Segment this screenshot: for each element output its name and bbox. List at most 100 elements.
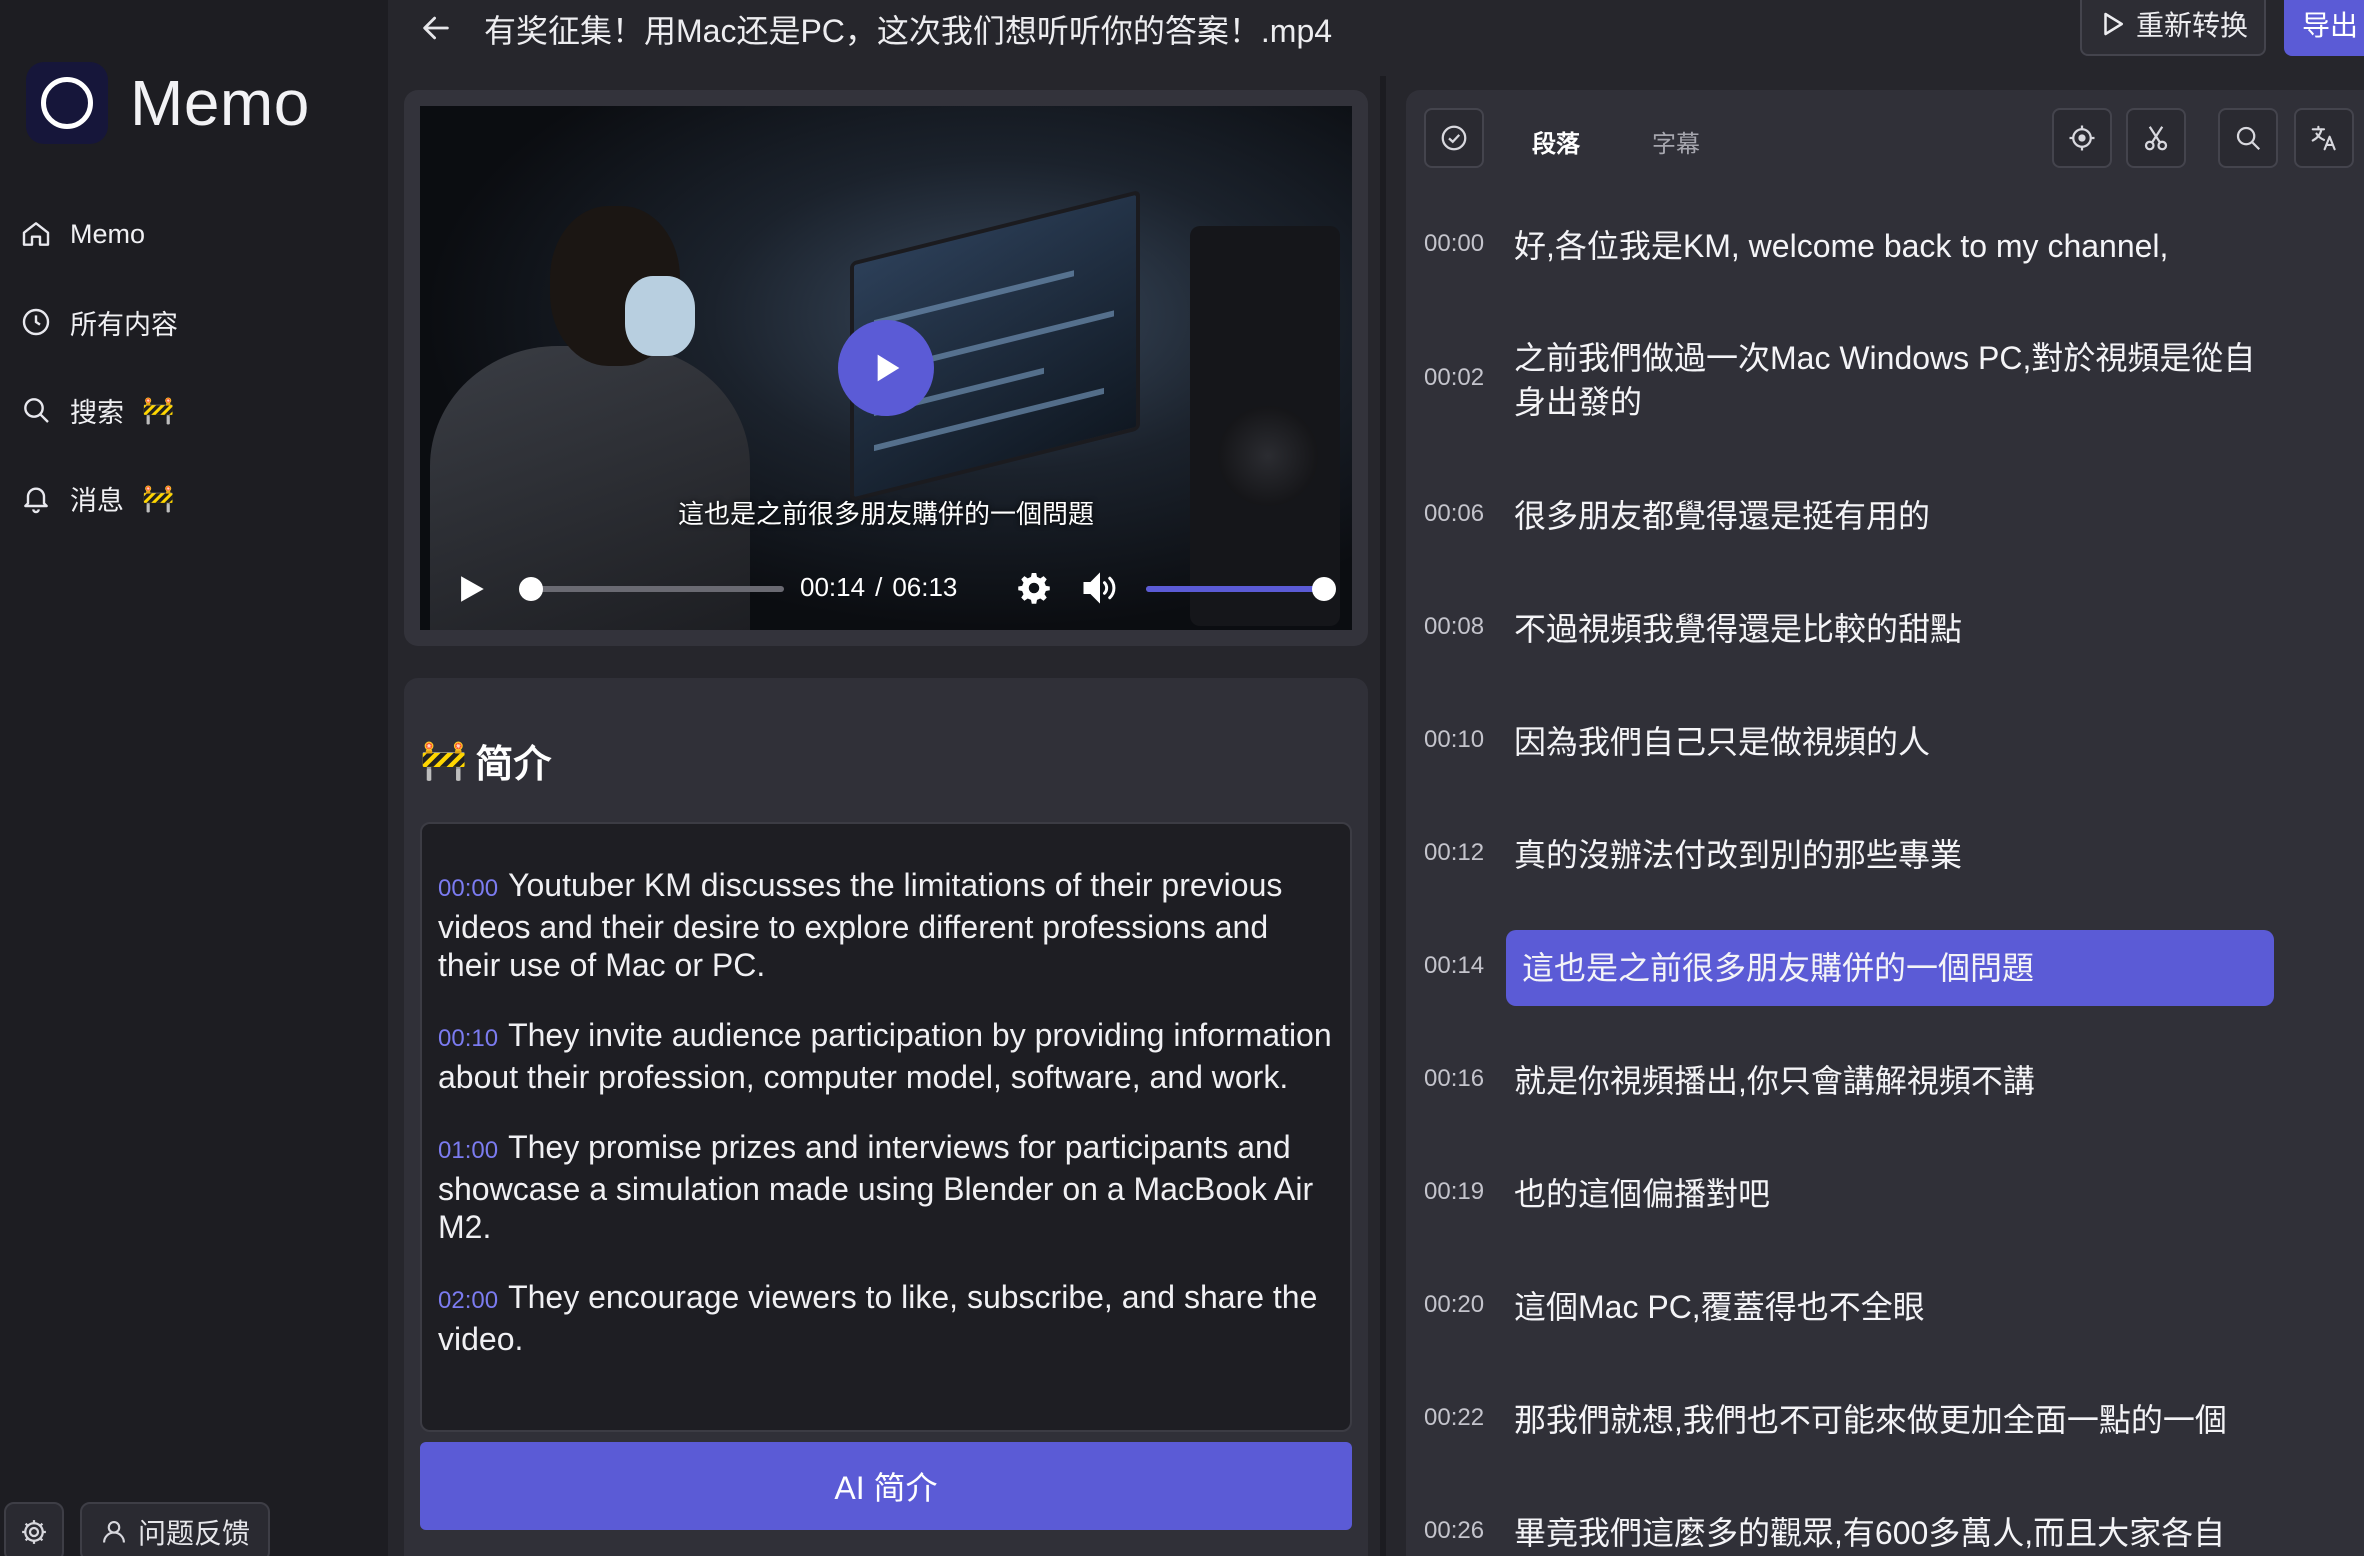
summary-item: 01:00 They promise prizes and interviews … [438,1128,1334,1246]
construction-icon: 🚧 [420,739,468,782]
panel-splitter[interactable] [1380,76,1386,1556]
transcript-text: 畢竟我們這麼多的觀眾,有600多萬人,而且大家各自 [1514,1515,2226,1551]
translate-button[interactable] [2294,108,2354,168]
transcript-timestamp[interactable]: 00:00 [1424,230,1484,258]
volume-slider[interactable] [1146,577,1336,601]
sidebar: Memo Memo 所有内容 搜索 🚧 消息 🚧 问题反馈 [0,0,388,1556]
user-icon [103,1521,125,1543]
transcript-timestamp[interactable]: 00:26 [1424,1517,1484,1545]
translate-icon [2311,125,2336,151]
summary-item: 00:00 Youtuber KM discusses the limitatio… [438,866,1334,984]
locate-current-button[interactable] [2052,108,2112,168]
player-controls: 00:14 / 06:13 [420,558,1352,618]
progress-handle[interactable] [518,577,543,601]
play-icon [461,576,484,602]
summary-timestamp-link[interactable]: 00:00 [438,875,498,902]
back-button[interactable] [414,6,458,50]
transcript-text: 因為我們自己只是做視頻的人 [1514,724,1931,760]
sidebar-item-label: 消息 [70,485,124,516]
sidebar-nav: Memo 所有内容 搜索 🚧 消息 🚧 [20,190,178,542]
transcript-timestamp[interactable]: 00:14 [1424,952,1484,980]
sidebar-item-memo[interactable]: Memo [20,190,178,278]
transcript-timestamp[interactable]: 00:19 [1424,1178,1484,1206]
construction-icon: 🚧 [142,482,175,513]
sidebar-item-label: 搜索 [70,397,124,428]
video-subtitle: 這也是之前很多朋友購併的一個問題 [677,499,1094,529]
select-mode-button[interactable] [1424,108,1484,168]
speaker-icon [1083,572,1116,604]
clock-icon [22,308,50,336]
construction-icon: 🚧 [142,394,175,425]
transcript-text: 真的沒辦法付改到別的那些專業 [1514,837,1963,873]
reconvert-button[interactable]: 重新转换 [2080,0,2266,56]
summary-timestamp-link[interactable]: 01:00 [438,1137,498,1164]
transcript-timestamp[interactable]: 00:12 [1424,839,1484,867]
arrow-left-icon [423,16,449,40]
transcript-timestamp[interactable]: 00:02 [1424,364,1484,392]
tab-paragraphs[interactable]: 段落 [1532,124,1580,159]
export-button[interactable]: 导出 [2284,0,2364,56]
settings-button[interactable] [4,1502,64,1556]
transcript-text: 這也是之前很多朋友購併的一個問題 [1522,950,2035,986]
sidebar-footer: 问题反馈 [4,1502,271,1556]
transcript-timestamp[interactable]: 00:20 [1424,1291,1484,1319]
volume-button[interactable] [1080,570,1120,611]
big-play-button[interactable] [838,320,934,416]
tab-subtitles[interactable]: 字幕 [1652,124,1700,159]
time-display: 00:14 / 06:13 [800,572,957,603]
summary-text: They invite audience participation by pr… [438,1017,1332,1095]
summary-item: 02:00 They encourage viewers to like, sub… [438,1278,1334,1358]
transcript-timestamp[interactable]: 00:10 [1424,726,1484,754]
memo-logo-icon [26,62,108,144]
summary-list[interactable]: 00:00 Youtuber KM discusses the limitatio… [420,822,1352,1432]
transcript-text: 好,各位我是KM, welcome back to my channel, [1514,228,2169,264]
check-circle-icon [1441,125,1467,151]
reconvert-label: 重新转换 [2135,10,2248,41]
transcript-search-button[interactable] [2218,108,2278,168]
summary-timestamp-link[interactable]: 00:10 [438,1025,498,1052]
duration: 06:13 [892,572,958,602]
video-panel: 這也是之前很多朋友購併的一個問題 00:14 / 06:13 [404,90,1368,646]
transcript-timestamp[interactable]: 00:08 [1424,613,1484,641]
feedback-button[interactable]: 问题反馈 [80,1502,271,1556]
export-label: 导出 [2302,10,2359,41]
sidebar-item-label: Memo [70,218,146,249]
transcript-timestamp[interactable]: 00:06 [1424,500,1484,528]
volume-handle[interactable] [1312,577,1336,601]
brand: Memo [26,62,310,144]
player-settings-button[interactable] [1016,570,1052,611]
transcript-panel: 段落 字幕 00:00 好,各位我是KM, welcome back to my… [1406,90,2364,1556]
transcript-timestamp[interactable]: 00:22 [1424,1404,1484,1432]
gear-icon [1018,573,1050,604]
transcript-text: 也的這個偏播對吧 [1514,1176,1771,1212]
play-outline-icon [2104,12,2123,36]
video-player[interactable]: 這也是之前很多朋友購併的一個問題 00:14 / 06:13 [420,106,1352,630]
transcript-timestamp[interactable]: 00:16 [1424,1065,1484,1093]
summary-panel: 🚧 简介 00:00 Youtuber KM discusses the limi… [404,678,1368,1556]
search-icon [2236,126,2261,151]
summary-text: Youtuber KM discusses the limitations of… [438,867,1283,983]
play-icon [877,354,900,382]
sidebar-item-messages[interactable]: 消息 🚧 [20,454,178,542]
crosshair-icon [2069,125,2095,151]
current-time: 00:14 [800,572,866,602]
time-separator: / [875,572,883,602]
sidebar-item-search[interactable]: 搜索 🚧 [20,366,178,454]
sidebar-item-label: 所有内容 [70,309,178,340]
ai-summary-button[interactable]: AI 简介 [420,1442,1352,1530]
sidebar-item-all-content[interactable]: 所有内容 [20,278,178,366]
transcript-text: 就是你視頻播出,你只會講解視頻不講 [1514,1063,2035,1099]
volume-fill [1146,586,1324,592]
summary-item: 00:10 They invite audience participation … [438,1016,1334,1096]
cut-button[interactable] [2126,108,2186,168]
bell-icon [24,487,48,514]
summary-timestamp-link[interactable]: 02:00 [438,1287,498,1314]
transcript-text: 這個Mac PC,覆蓋得也不全眼 [1514,1289,1925,1325]
transcript-toolbar: 段落 字幕 [1406,90,2364,186]
search-icon [24,398,49,423]
gear-icon [22,1520,46,1544]
summary-heading: 🚧 简介 [420,733,551,788]
summary-text: They encourage viewers to like, subscrib… [438,1279,1318,1357]
progress-slider[interactable] [518,577,784,601]
play-button[interactable] [454,572,488,611]
